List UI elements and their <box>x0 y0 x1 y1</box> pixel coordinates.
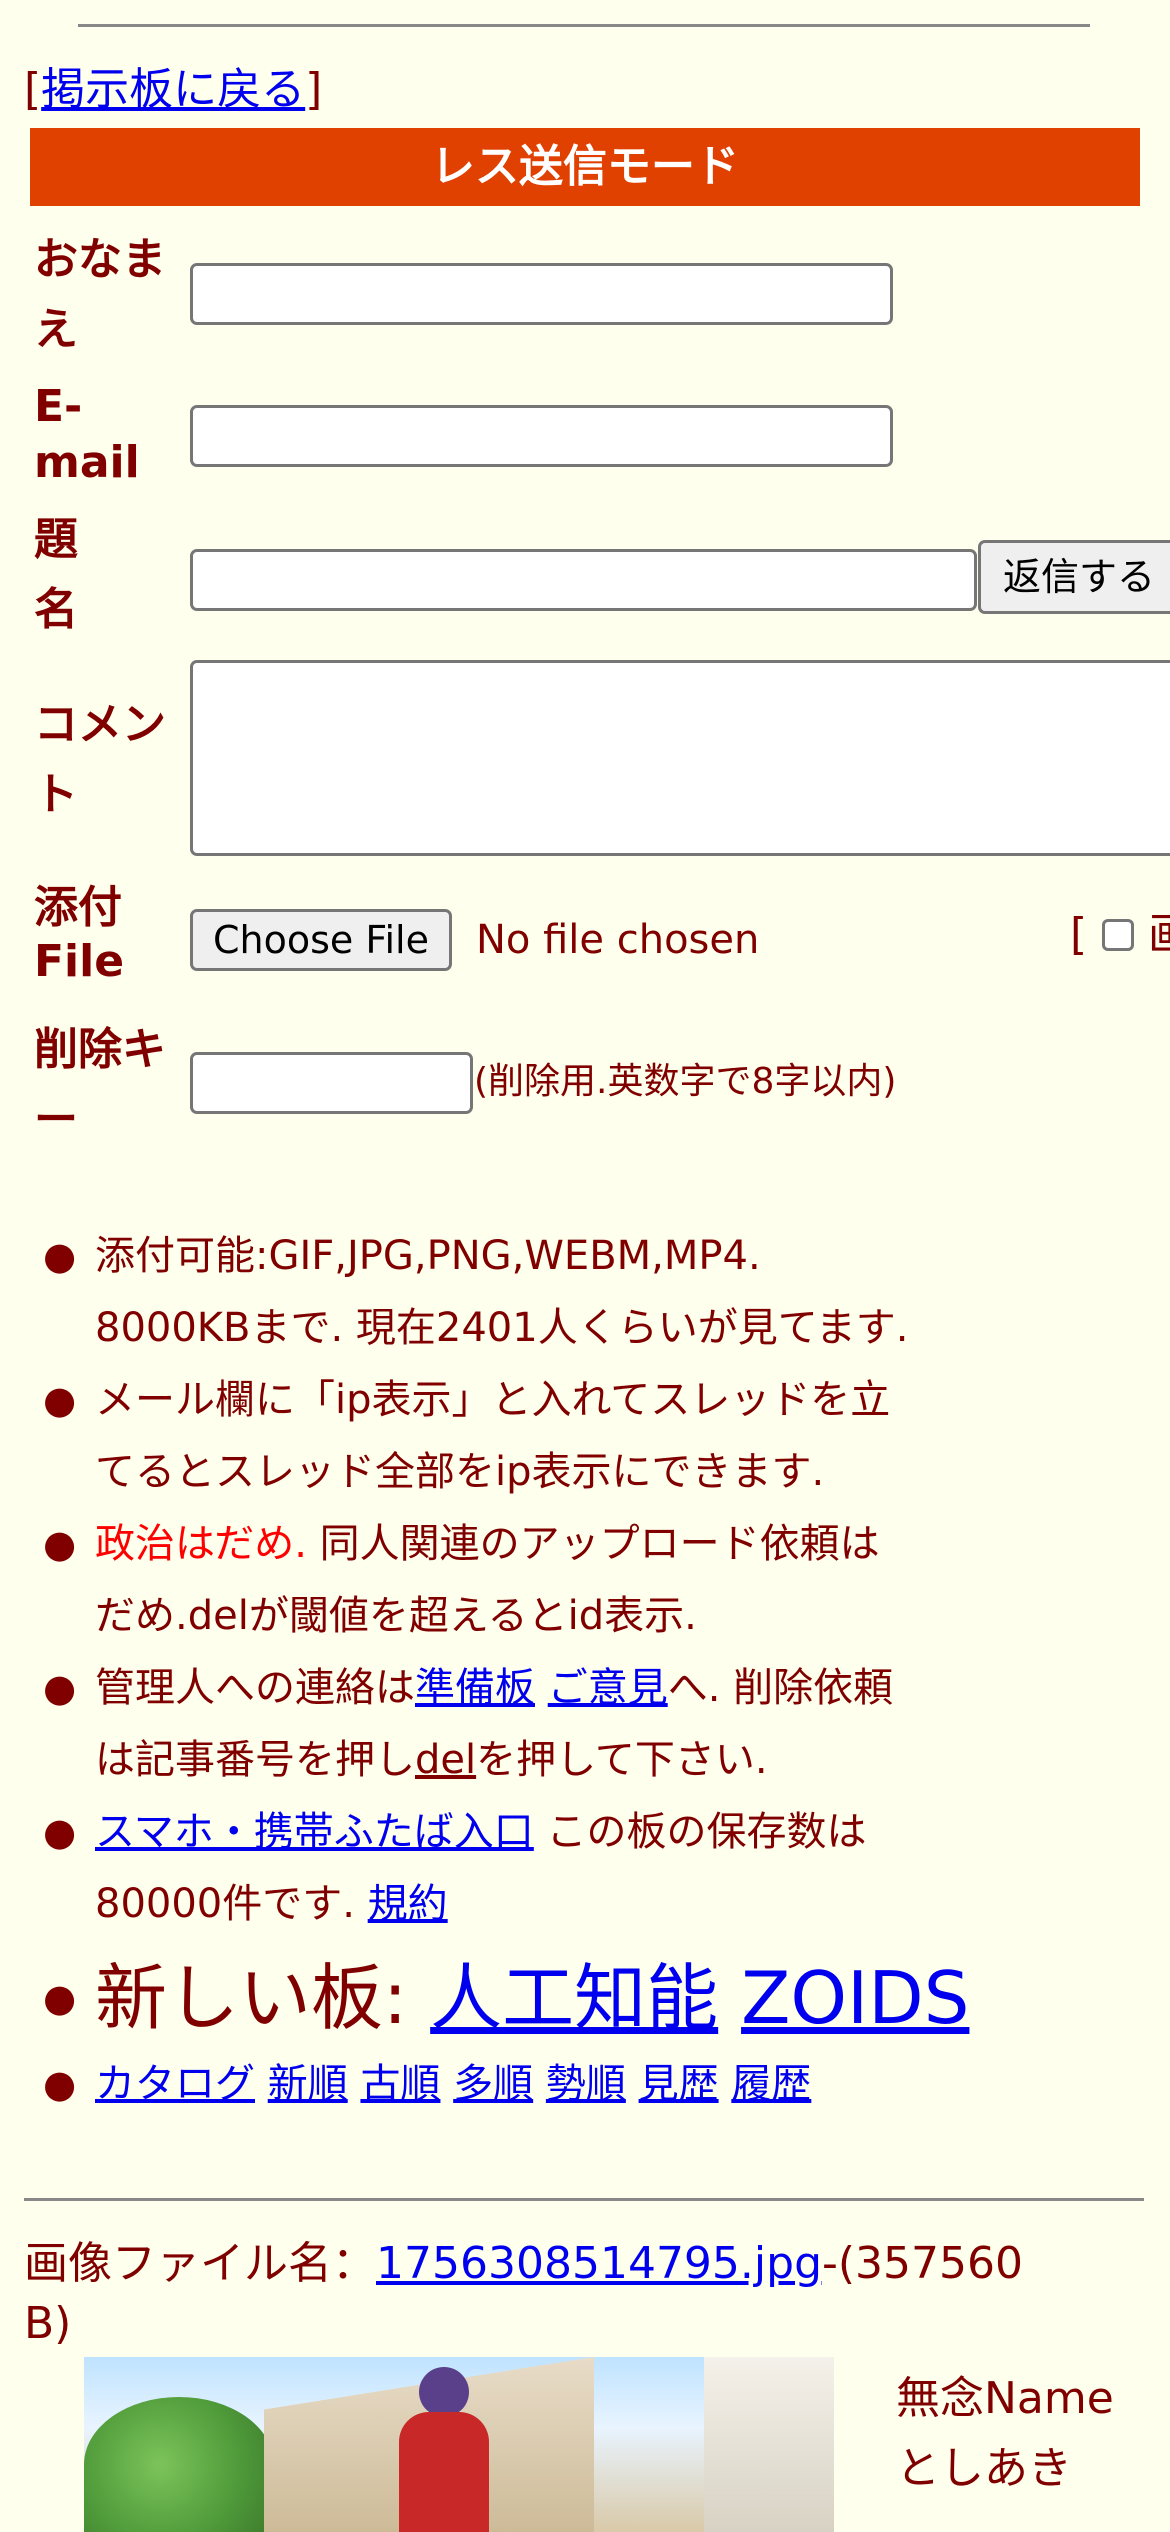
terms-link[interactable]: 規約 <box>368 1881 448 1927</box>
rule-item-mobile: ● スマホ・携帯ふたば入口 この板の保存数は 80000件です. 規約 <box>43 1796 1155 1940</box>
rule-item-new-boards: ● 新しい板: 人工知能 ZOIDS <box>43 1948 1155 2048</box>
bullet-icon: ● <box>43 1810 77 1854</box>
prep-board-link[interactable]: 準備板 <box>415 1665 535 1711</box>
file-label-line2: File <box>34 936 125 987</box>
choose-file-button[interactable]: Choose File <box>190 909 452 971</box>
comment-label-line1: コメン <box>34 699 166 750</box>
new-boards-label: 新しい板: <box>95 1956 431 2040</box>
delete-key-label-line2: ー <box>34 1094 78 1145</box>
zoids-board-link[interactable]: ZOIDS <box>741 1956 969 2040</box>
rule-text: 8000KBまで. 現在2401人くらいが見てます. <box>95 1305 909 1351</box>
nav-history-link[interactable]: 履歴 <box>731 2061 811 2107</box>
rule-text: この板の保存数は <box>533 1809 867 1855</box>
rule-item-ip-display: ● メール欄に「ip表示」と入れてスレッドを立 てるとスレッド全部をip表示にで… <box>43 1364 1155 1508</box>
nav-catalog-link[interactable]: カタログ <box>95 2061 255 2107</box>
bullet-icon: ● <box>43 1378 77 1422</box>
bullet-icon: ● <box>43 2062 77 2106</box>
nav-viewed-link[interactable]: 見歴 <box>639 2061 719 2107</box>
subject-label-line1: 題 <box>34 514 78 565</box>
rule-text: 管理人への連絡は <box>95 1665 415 1711</box>
character-figure <box>384 2367 504 2532</box>
thread-divider <box>24 2198 1144 2201</box>
rule-text: 添付可能:GIF,JPG,PNG,WEBM,MP4. <box>95 1233 761 1279</box>
reply-mode-banner: レス送信モード <box>30 128 1140 206</box>
nav-momentum-link[interactable]: 勢順 <box>546 2061 626 2107</box>
submit-reply-button[interactable]: 返信する <box>978 540 1170 614</box>
del-link[interactable]: del <box>415 1737 476 1783</box>
rule-text: てるとスレッド全部をip表示にできます. <box>95 1449 825 1495</box>
politics-warning: 政治はだめ. <box>95 1521 307 1567</box>
top-divider <box>78 24 1090 27</box>
thread-image[interactable] <box>84 2357 834 2532</box>
bullet-icon: ● <box>43 1666 77 1710</box>
no-file-chosen-text: No file chosen <box>476 917 760 963</box>
rule-text: 同人関連のアップロード依頼は <box>306 1521 880 1567</box>
nav-newest-link[interactable]: 新順 <box>268 2061 348 2107</box>
tree-foliage <box>84 2397 274 2532</box>
thread-file-info: 画像ファイル名：1756308514795.jpg-(357560 B) <box>24 2234 1154 2354</box>
bracket-open: [ <box>24 64 42 115</box>
poster-name: としあき <box>896 2443 1072 2494</box>
delete-key-input[interactable] <box>190 1052 473 1114</box>
nav-oldest-link[interactable]: 古順 <box>360 2061 440 2107</box>
poster-name-label: 無念Name <box>896 2373 1114 2424</box>
name-label-line1: おなま <box>34 234 166 285</box>
file-label: 添付 File <box>34 873 184 997</box>
name-label-line2: え <box>34 304 78 355</box>
file-size: -(357560 <box>822 2238 1024 2289</box>
delete-key-label-line1: 削除キ <box>34 1024 166 1075</box>
name-input[interactable] <box>190 263 893 325</box>
mobile-entrance-link[interactable]: スマホ・携帯ふたば入口 <box>95 1809 534 1855</box>
rule-item-nav: ● カタログ 新順 古順 多順 勢順 見歴 履歴 <box>43 2048 1155 2120</box>
rule-text: 80000件です. <box>95 1881 368 1927</box>
subject-input[interactable] <box>190 549 977 611</box>
rule-text: へ. 削除依頼 <box>667 1665 894 1711</box>
image-option-checkbox[interactable] <box>1102 919 1134 951</box>
name-label: おなま え <box>34 225 184 365</box>
rule-text: メール欄に「ip表示」と入れてスレッドを立 <box>95 1377 891 1423</box>
ai-board-link[interactable]: 人工知能 <box>430 1956 718 2040</box>
bullet-icon: ● <box>43 1522 77 1566</box>
bullet-icon: ● <box>43 1976 77 2020</box>
delete-key-label: 削除キ ー <box>34 1015 184 1155</box>
subject-label-line2: 名 <box>34 584 78 635</box>
bracket-close: ] <box>305 64 323 115</box>
email-label: E- mail <box>34 372 184 498</box>
rule-text: だめ.delが閾値を超えるとid表示. <box>95 1593 697 1639</box>
bullet-icon: ● <box>43 1234 77 1278</box>
right-building <box>704 2357 834 2532</box>
email-label-line2: mail <box>34 437 140 488</box>
subject-label: 題 名 <box>34 505 184 645</box>
feedback-link[interactable]: ご意見 <box>548 1665 668 1711</box>
poster-info: 無念Name としあき <box>896 2364 1114 2504</box>
rule-item-politics: ● 政治はだめ. 同人関連のアップロード依頼は だめ.delが閾値を超えるとid… <box>43 1508 1155 1652</box>
rule-text: を押して下さい. <box>476 1737 768 1783</box>
comment-label: コメン ト <box>34 690 184 830</box>
email-input[interactable] <box>190 405 893 467</box>
back-link-row: [掲示板に戻る] <box>24 58 322 122</box>
back-to-board-link[interactable]: 掲示板に戻る <box>41 64 305 115</box>
rule-text: は記事番号を押し <box>95 1737 415 1783</box>
image-option-bracket: [ <box>1070 909 1088 960</box>
file-name-label: 画像ファイル名： <box>24 2238 376 2289</box>
file-size-cont: B) <box>24 2298 72 2349</box>
rule-item-file-types: ● 添付可能:GIF,JPG,PNG,WEBM,MP4. 8000KBまで. 現… <box>43 1220 1155 1364</box>
delete-key-note: (削除用.英数字で8字以内) <box>474 1061 897 1102</box>
rule-item-contact: ● 管理人への連絡は準備板 ご意見へ. 削除依頼 は記事番号を押しdelを押して… <box>43 1652 1155 1796</box>
thread-image-link[interactable]: 1756308514795.jpg <box>376 2238 822 2289</box>
comment-textarea[interactable] <box>190 660 1170 856</box>
nav-most-link[interactable]: 多順 <box>453 2061 533 2107</box>
image-option-label: 画 <box>1148 905 1170 965</box>
comment-label-line2: ト <box>34 769 78 820</box>
